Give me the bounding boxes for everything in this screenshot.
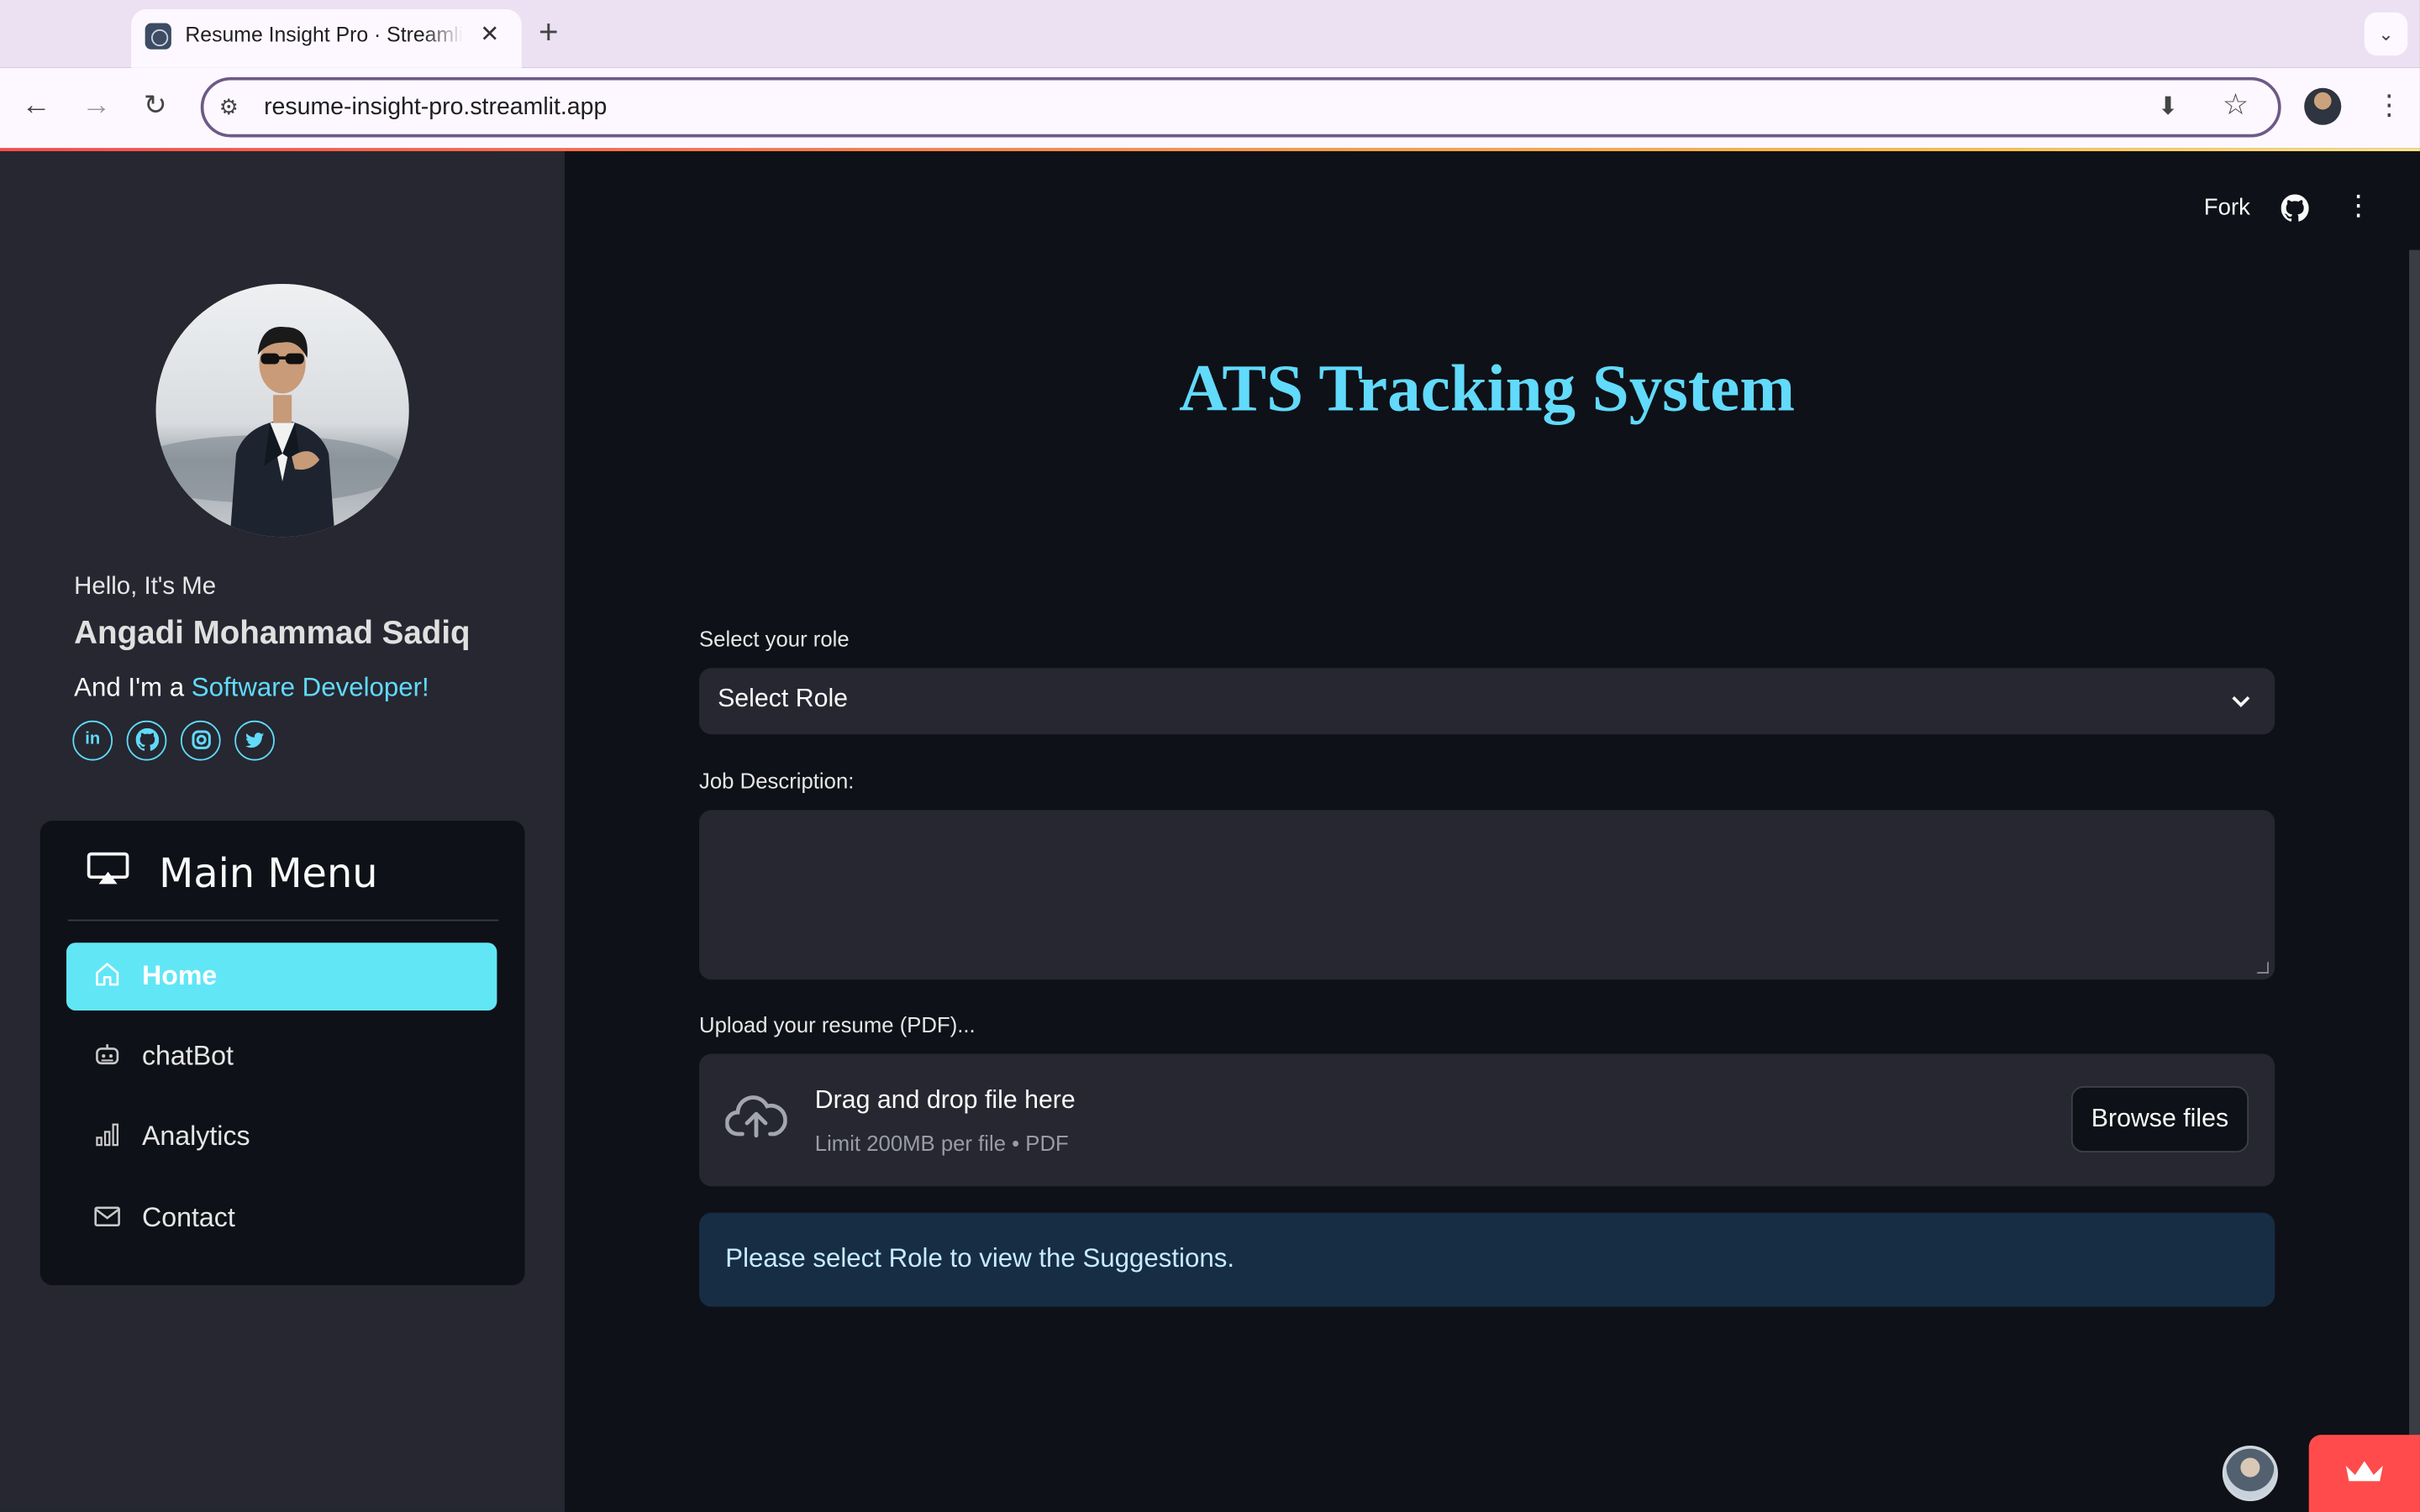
streamlit-badge[interactable]: [2308, 1435, 2420, 1512]
intro-prefix: And I'm a: [74, 672, 192, 702]
url-text[interactable]: resume-insight-pro.streamlit.app: [264, 94, 607, 122]
robot-icon: [92, 1040, 124, 1071]
close-tab-icon[interactable]: ✕: [480, 20, 499, 48]
twitter-icon[interactable]: [234, 720, 275, 761]
menu-item-label: Contact: [141, 1201, 235, 1233]
fork-button[interactable]: Fork: [2204, 194, 2250, 220]
main-menu-title: Main Menu: [159, 851, 378, 898]
menu-item-analytics[interactable]: Analytics: [66, 1103, 497, 1171]
info-alert-message: Please select Role to view the Suggestio…: [725, 1243, 1235, 1273]
profile-photo: [155, 283, 409, 538]
file-dropzone[interactable]: Drag and drop file here Limit 200MB per …: [699, 1053, 2275, 1187]
resize-grip-icon[interactable]: [2256, 961, 2269, 974]
bar-chart-icon: [92, 1120, 124, 1151]
new-tab-button[interactable]: +: [539, 13, 559, 53]
menu-item-label: Analytics: [141, 1120, 250, 1152]
author-name: Angadi Mohammad Sadiq: [74, 615, 471, 652]
role-select[interactable]: Select Role: [699, 668, 2275, 735]
reload-icon[interactable]: ↻: [144, 90, 167, 123]
menu-item-contact[interactable]: Contact: [66, 1185, 497, 1253]
tab-title: Resume Insight Pro · Streamlit: [185, 23, 464, 47]
menu-divider: [67, 919, 499, 921]
tab-search-chevron-icon[interactable]: ⌄: [2364, 12, 2408, 56]
menu-item-label: chatBot: [141, 1039, 234, 1071]
streamlit-favicon-icon: [145, 23, 171, 50]
intro-line: And I'm a Software Developer!: [74, 673, 429, 704]
greeting-text: Hello, It's Me: [74, 574, 217, 601]
menu-item-label: Home: [141, 959, 218, 991]
job-description-input[interactable]: [699, 810, 2275, 980]
app-menu-icon[interactable]: ⋮: [2344, 190, 2372, 223]
upload-label: Upload your resume (PDF)...: [699, 1011, 976, 1037]
page-title: ATS Tracking System: [1179, 353, 1796, 426]
linkedin-icon[interactable]: in: [72, 720, 113, 761]
bookmark-star-icon[interactable]: ☆: [2223, 88, 2249, 123]
site-info-icon[interactable]: ⚙: [219, 94, 239, 120]
instagram-icon[interactable]: [180, 720, 221, 761]
intro-role: Software Developer!: [191, 672, 429, 702]
dropzone-hint: Limit 200MB per file • PDF: [814, 1131, 1069, 1156]
cloud-upload-icon: [724, 1092, 787, 1146]
browser-menu-icon[interactable]: ⋮: [2375, 90, 2403, 123]
role-select-value: Select Role: [718, 685, 849, 713]
browser-profile-avatar[interactable]: [2304, 87, 2342, 125]
house-icon: [92, 959, 124, 990]
menu-item-home[interactable]: Home: [66, 942, 497, 1011]
role-label: Select your role: [699, 626, 850, 652]
crown-icon: [2343, 1457, 2386, 1495]
envelope-icon: [92, 1202, 124, 1233]
dropzone-title: Drag and drop file here: [814, 1086, 1076, 1115]
main-scrollbar[interactable]: [2409, 249, 2420, 1512]
browser-tab-strip: Resume Insight Pro · Streamlit ✕ + ⌄: [0, 0, 2420, 68]
main-menu: Main Menu Home chatBot Analytics Contact: [39, 821, 525, 1285]
airplay-icon: [87, 852, 129, 894]
info-alert: Please select Role to view the Suggestio…: [699, 1212, 2275, 1307]
browse-files-button[interactable]: Browse files: [2070, 1086, 2249, 1153]
address-bar[interactable]: ⚙ resume-insight-pro.streamlit.app ⬇ ☆: [200, 76, 2281, 138]
install-app-icon[interactable]: ⬇: [2158, 91, 2179, 122]
forward-arrow-icon[interactable]: →: [82, 90, 111, 123]
back-arrow-icon[interactable]: ←: [22, 90, 51, 123]
menu-item-chatbot[interactable]: chatBot: [66, 1023, 497, 1091]
browser-tab[interactable]: Resume Insight Pro · Streamlit ✕: [131, 9, 522, 68]
github-icon[interactable]: [2281, 194, 2309, 229]
job-description-label: Job Description:: [699, 768, 855, 794]
github-icon[interactable]: [126, 720, 167, 761]
chevron-down-icon: [2228, 688, 2253, 712]
creator-avatar[interactable]: [2222, 1445, 2278, 1502]
